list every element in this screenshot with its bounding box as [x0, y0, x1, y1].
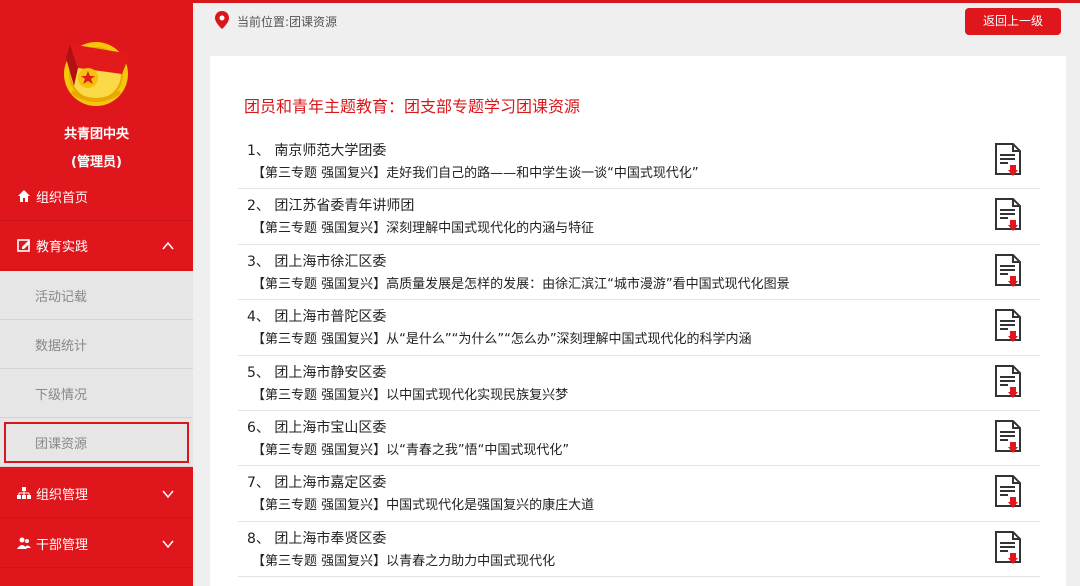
- users-icon: [17, 537, 31, 549]
- item-tag: 【第三专题 强国复兴】: [252, 498, 387, 514]
- item-topic: 深刻理解中国式现代化的内涵与特征: [386, 221, 595, 237]
- item-topic: 以青春之力助力中国式现代化: [386, 553, 556, 569]
- sidebar-item-education[interactable]: 教育实践: [0, 221, 193, 270]
- list-item[interactable]: 5、 团上海市静安区委 【第三专题 强国复兴】以中国式现代化实现民族复兴梦: [238, 356, 1040, 411]
- chevron-up-icon[interactable]: [161, 239, 175, 253]
- sidebar-subitem-course-resources[interactable]: 团课资源: [0, 418, 193, 467]
- list-item[interactable]: 2、 团江苏省委青年讲师团 【第三专题 强国复兴】深刻理解中国式现代化的内涵与特…: [238, 189, 1040, 245]
- document-download-icon[interactable]: [994, 198, 1022, 232]
- list-item[interactable]: 1、 南京师范大学团委 【第三专题 强国复兴】走好我们自己的路——和中学生谈一谈…: [238, 134, 1040, 190]
- sidebar-profile: 共青团中央 (管理员): [0, 0, 193, 172]
- content-panel: 团员和青年主题教育：团支部专题学习团课资源 1、 南京师范大学团委 【第三专题 …: [210, 56, 1066, 586]
- sidebar-item-label: 教育实践: [36, 239, 89, 255]
- item-tag: 【第三专题 强国复兴】: [252, 276, 387, 292]
- item-org: 团上海市徐汇区委: [274, 253, 387, 270]
- chevron-down-icon[interactable]: [161, 487, 175, 501]
- item-topic: 高质量发展是怎样的发展：由徐汇滨江“城市漫游”看中国式现代化图景: [386, 276, 790, 292]
- sidebar: 共青团中央 (管理员) 组织首页 教育实践 活动记载 数据统计 下级情况 团课资…: [0, 0, 193, 586]
- item-number: 5、: [247, 364, 270, 381]
- item-org: 团上海市嘉定区委: [274, 475, 387, 492]
- list-item[interactable]: 4、 团上海市普陀区委 【第三专题 强国复兴】从“是什么”“为什么”“怎么办”深…: [238, 300, 1040, 356]
- item-topic: 中国式现代化是强国复兴的康庄大道: [386, 498, 595, 514]
- edit-icon: [17, 239, 30, 252]
- sidebar-item-label: 干部管理: [36, 537, 89, 553]
- item-org: 团上海市静安区委: [274, 364, 387, 381]
- sidebar-subitem-subordinates[interactable]: 下级情况: [0, 369, 193, 418]
- document-download-icon[interactable]: [994, 475, 1022, 509]
- item-topic: 从“是什么”“为什么”“怎么办”深刻理解中国式现代化的科学内涵: [386, 332, 752, 348]
- item-number: 2、: [247, 198, 270, 215]
- item-number: 6、: [247, 419, 270, 436]
- item-topic: 以中国式现代化实现民族复兴梦: [386, 387, 569, 403]
- item-number: 3、: [247, 253, 270, 270]
- sitemap-icon: [17, 487, 31, 499]
- item-tag: 【第三专题 强国复兴】: [252, 442, 387, 458]
- location-pin-icon: [215, 11, 229, 29]
- item-org: 团上海市普陀区委: [274, 309, 387, 326]
- back-button[interactable]: 返回上一级: [965, 8, 1061, 35]
- list-item[interactable]: 7、 团上海市嘉定区委 【第三专题 强国复兴】中国式现代化是强国复兴的康庄大道: [238, 466, 1040, 522]
- sidebar-item-org-management[interactable]: 组织管理: [0, 469, 193, 518]
- item-tag: 【第三专题 强国复兴】: [252, 221, 387, 237]
- sidebar-item-label: 组织管理: [36, 487, 89, 503]
- document-download-icon[interactable]: [994, 530, 1022, 565]
- item-tag: 【第三专题 强国复兴】: [252, 166, 387, 181]
- item-org: 团上海市奉贤区委: [274, 530, 387, 547]
- document-download-icon[interactable]: [994, 309, 1022, 343]
- org-role: (管理员): [71, 155, 122, 170]
- chevron-down-icon[interactable]: [161, 537, 175, 551]
- list-item[interactable]: 3、 团上海市徐汇区委 【第三专题 强国复兴】高质量发展是怎样的发展：由徐汇滨江…: [238, 245, 1040, 301]
- document-download-icon[interactable]: [994, 253, 1022, 288]
- document-download-icon[interactable]: [994, 419, 1022, 454]
- list-item[interactable]: 8、 团上海市奉贤区委 【第三专题 强国复兴】以青春之力助力中国式现代化: [238, 522, 1040, 578]
- sidebar-item-cadre-management[interactable]: 干部管理: [0, 519, 193, 568]
- document-download-icon[interactable]: [994, 143, 1022, 177]
- sidebar-item-label: 组织首页: [36, 190, 89, 206]
- breadcrumb: 当前位置:团课资源: [237, 15, 338, 29]
- item-topic: 以“青春之我”悟“中国式现代化”: [386, 442, 570, 458]
- home-icon: [18, 190, 30, 202]
- header-bar: 当前位置:团课资源 返回上一级: [193, 3, 1080, 40]
- item-org: 南京师范大学团委: [274, 143, 387, 159]
- sidebar-subitem-activity-records[interactable]: 活动记载: [0, 271, 193, 320]
- item-tag: 【第三专题 强国复兴】: [252, 332, 387, 348]
- youth-league-emblem: [64, 42, 130, 106]
- item-tag: 【第三专题 强国复兴】: [252, 387, 387, 403]
- item-number: 8、: [247, 530, 270, 547]
- item-number: 4、: [247, 309, 270, 326]
- item-tag: 【第三专题 强国复兴】: [252, 553, 387, 569]
- item-org: 团上海市宝山区委: [274, 419, 387, 436]
- sidebar-subitem-statistics[interactable]: 数据统计: [0, 320, 193, 369]
- item-number: 1、: [247, 143, 270, 159]
- sidebar-item-home[interactable]: 组织首页: [0, 172, 193, 221]
- page-title: 团员和青年主题教育：团支部专题学习团课资源: [244, 97, 581, 116]
- item-number: 7、: [247, 475, 270, 492]
- list-item[interactable]: 6、 团上海市宝山区委 【第三专题 强国复兴】以“青春之我”悟“中国式现代化”: [238, 411, 1040, 467]
- org-name: 共青团中央: [63, 127, 129, 142]
- item-org: 团江苏省委青年讲师团: [274, 198, 415, 215]
- item-topic: 走好我们自己的路——和中学生谈一谈“中国式现代化”: [386, 166, 699, 181]
- resource-list: 1、 南京师范大学团委 【第三专题 强国复兴】走好我们自己的路——和中学生谈一谈…: [238, 134, 1040, 578]
- document-download-icon[interactable]: [994, 364, 1022, 399]
